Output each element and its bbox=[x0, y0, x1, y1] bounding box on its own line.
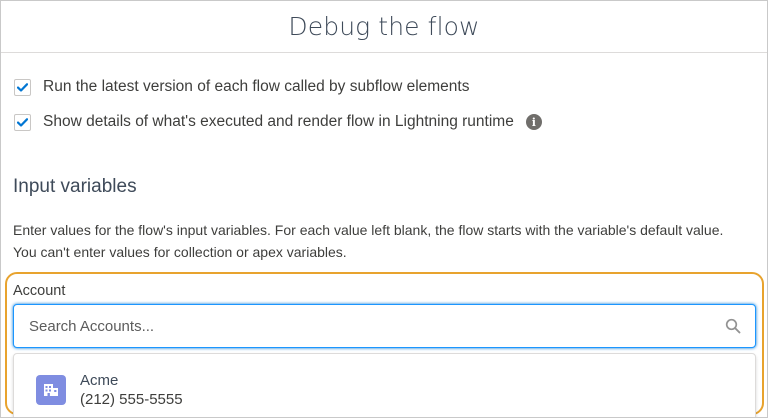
show-details-checkbox[interactable] bbox=[14, 113, 31, 131]
account-result-name: Acme bbox=[80, 372, 119, 389]
account-search-input[interactable] bbox=[14, 316, 711, 336]
account-result-item[interactable]: Acme (212) 555-5555 bbox=[14, 368, 755, 412]
account-result-phone: (212) 555-5555 bbox=[80, 391, 183, 408]
input-variables-help-text: Enter values for the flow's input variab… bbox=[13, 222, 724, 260]
checkmark-icon bbox=[17, 82, 28, 92]
run-latest-version-label: Run the latest version of each flow call… bbox=[43, 78, 470, 95]
search-icon[interactable] bbox=[725, 318, 741, 334]
show-details-label: Show details of what's executed and rend… bbox=[43, 113, 514, 130]
account-field-label: Account bbox=[13, 283, 66, 299]
checkmark-icon bbox=[17, 117, 28, 127]
building-icon bbox=[44, 384, 58, 396]
account-search-box[interactable] bbox=[13, 304, 756, 348]
account-icon bbox=[36, 375, 66, 405]
input-variables-heading: Input variables bbox=[13, 176, 137, 197]
info-icon[interactable]: i bbox=[525, 114, 542, 130]
run-latest-version-checkbox[interactable] bbox=[14, 78, 31, 96]
debug-flow-modal: Debug the flow Run the latest version of… bbox=[0, 0, 768, 418]
account-results-dropdown: Acme (212) 555-5555 bbox=[13, 353, 756, 417]
modal-header: Debug the flow bbox=[1, 1, 767, 53]
show-details-option[interactable]: Show details of what's executed and rend… bbox=[14, 113, 542, 131]
run-latest-version-option[interactable]: Run the latest version of each flow call… bbox=[14, 78, 469, 96]
modal-title: Debug the flow bbox=[288, 12, 480, 41]
